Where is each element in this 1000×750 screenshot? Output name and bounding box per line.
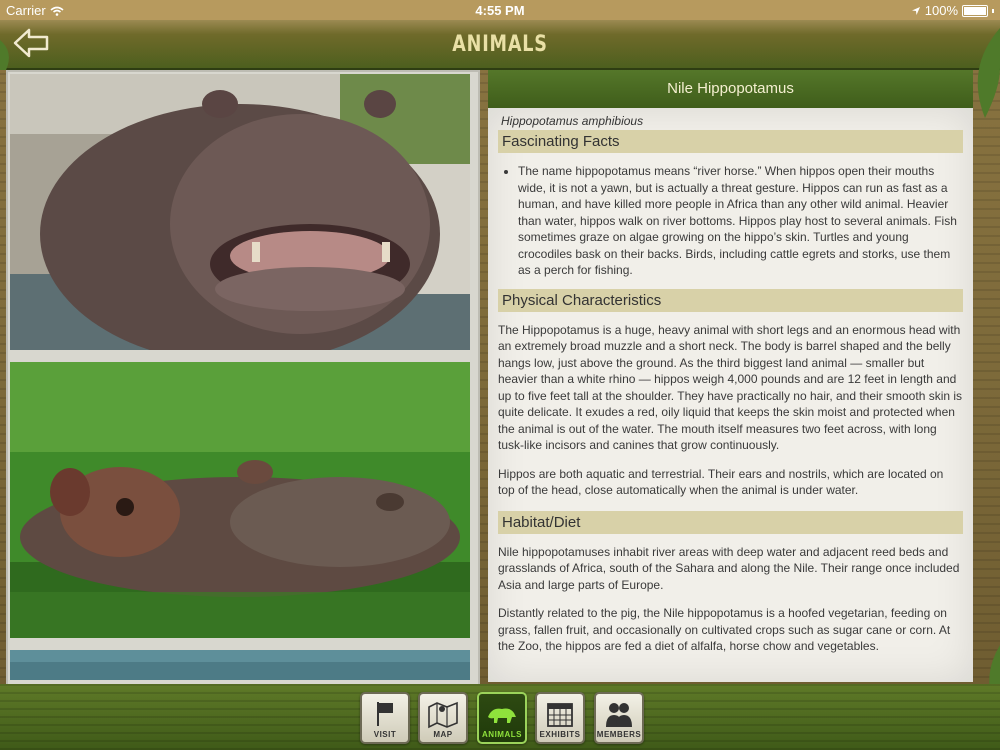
scientific-name: Hippopotamus amphibious <box>501 114 644 128</box>
facts-list-item: The name hippopotamus means “river horse… <box>518 163 963 279</box>
tab-animals[interactable]: ANIMALS <box>477 692 527 744</box>
status-bar: Carrier 4:55 PM 100% <box>0 0 1000 20</box>
tab-members[interactable]: MEMBERS <box>594 692 644 744</box>
members-icon <box>606 703 632 727</box>
habitat-paragraph-2: Distantly related to the pig, the Nile h… <box>498 606 951 653</box>
battery-percent: 100% <box>924 3 958 18</box>
tab-map-label: MAP <box>433 730 453 739</box>
page-title: ANIMALS <box>452 32 548 57</box>
status-time: 4:55 PM <box>475 3 525 18</box>
facts-list: The name hippopotamus means “river horse… <box>498 163 963 279</box>
physical-paragraph-1: The Hippopotamus is a huge, heavy animal… <box>498 322 963 453</box>
section-title-physical: Physical Characteristics <box>498 288 963 312</box>
tab-visit[interactable]: VISIT <box>360 692 410 744</box>
tab-members-label: MEMBERS <box>596 730 642 739</box>
calendar-icon <box>547 703 573 727</box>
habitat-paragraph-1: Nile hippopotamuses inhabit river areas … <box>498 544 960 592</box>
hippo-photo-open-mouth[interactable] <box>10 74 470 350</box>
section-title-habitat: Habitat/Diet <box>498 510 963 534</box>
tab-visit-label: VISIT <box>373 730 397 739</box>
photo-gallery[interactable] <box>6 70 480 686</box>
flag-icon <box>377 702 393 726</box>
back-button[interactable] <box>12 26 50 60</box>
hippo-photo-swimming[interactable] <box>10 362 470 638</box>
back-arrow-icon <box>13 28 49 58</box>
water-image <box>10 650 470 680</box>
hippo-swimming-image <box>10 362 470 638</box>
hippo-photo-water[interactable] <box>10 650 470 680</box>
physical-paragraph-2: Hippos are both aquatic and terrestrial.… <box>498 466 944 498</box>
section-title-facts: Fascinating Facts <box>498 130 963 153</box>
article-body[interactable]: Hippopotamus amphibious Fascinating Fact… <box>488 108 973 682</box>
battery-icon <box>962 4 988 17</box>
article-heading: Nile Hippopotamus <box>488 70 973 108</box>
hippo-open-mouth-image <box>10 74 470 350</box>
location-arrow-icon <box>911 6 920 15</box>
leaf-decoration-top <box>977 28 1000 118</box>
leaf-decoration-left <box>0 40 9 70</box>
battery-tip <box>992 8 994 13</box>
tab-exhibits[interactable]: EXHIBITS <box>535 692 585 744</box>
header-bar: ANIMALS <box>0 20 1000 70</box>
tab-map[interactable]: MAP <box>418 692 468 744</box>
bottom-toolbar: VISIT MAP ANIMALS EXHIBITS MEMBERS <box>0 684 1000 750</box>
tab-animals-label: ANIMALS <box>482 730 522 739</box>
tab-exhibits-label: EXHIBITS <box>539 730 581 739</box>
status-right: 100% <box>911 3 994 18</box>
map-icon <box>428 701 458 729</box>
animal-icon <box>488 708 516 723</box>
